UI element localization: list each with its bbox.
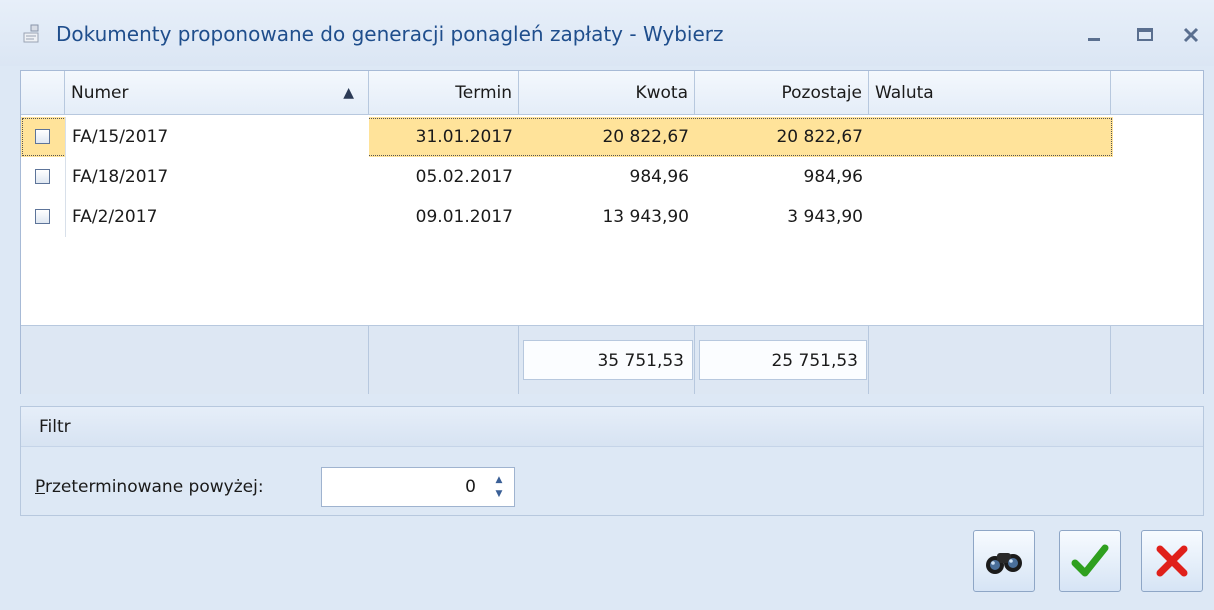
cell-waluta: [869, 197, 1111, 237]
row-checkbox[interactable]: [35, 129, 50, 144]
total-kwota: 35 751,53: [523, 340, 693, 380]
ok-button[interactable]: [1059, 530, 1121, 592]
minimize-icon[interactable]: [1082, 22, 1108, 48]
cross-icon: [1156, 545, 1188, 577]
row-checkbox[interactable]: [35, 169, 50, 184]
cell-kwota: 984,96: [629, 167, 689, 187]
footer-cell: [21, 326, 369, 394]
column-header-numer[interactable]: Numer ▲: [65, 71, 369, 115]
table-row[interactable]: FA/18/2017 05.02.2017 984,96 984,96: [21, 157, 1113, 197]
cell-waluta: [869, 117, 1111, 157]
table-row[interactable]: FA/2/2017 09.01.2017 13 943,90 3 943,90: [21, 197, 1113, 237]
cell-numer: FA/15/2017: [66, 117, 369, 157]
filter-title[interactable]: Filtr: [21, 407, 1203, 447]
footer-cell: [869, 326, 1111, 394]
cell-numer: FA/18/2017: [72, 167, 169, 187]
checkmark-icon: [1071, 544, 1109, 577]
cell-pozostaje: 3 943,90: [787, 207, 863, 227]
overdue-days-stepper[interactable]: 0 ▲ ▼: [321, 467, 515, 507]
cell-termin: 31.01.2017: [415, 127, 513, 147]
search-button[interactable]: [973, 530, 1035, 592]
checkbox-column-header[interactable]: [21, 71, 65, 115]
cell-termin: 05.02.2017: [415, 167, 513, 187]
column-header-pozostaje[interactable]: Pozostaje: [695, 71, 869, 115]
overdue-label: Przeterminowane powyżej:: [35, 477, 264, 497]
cell-pozostaje: 984,96: [803, 167, 863, 187]
spin-down-icon[interactable]: ▼: [492, 488, 506, 500]
column-header-waluta[interactable]: Waluta: [869, 71, 1111, 115]
row-checkbox[interactable]: [35, 209, 50, 224]
cell-termin: 09.01.2017: [415, 207, 513, 227]
spin-up-icon[interactable]: ▲: [492, 474, 506, 486]
column-header-termin[interactable]: Termin: [369, 71, 519, 115]
column-header-extra: [1111, 71, 1203, 115]
cell-numer: FA/2/2017: [72, 207, 158, 227]
total-pozostaje: 25 751,53: [699, 340, 867, 380]
totals-row: 35 751,53 25 751,53: [21, 325, 1203, 394]
table-row[interactable]: FA/15/2017 31.01.2017 20 822,67 20 822,6…: [21, 117, 1113, 157]
cancel-button[interactable]: [1141, 530, 1203, 592]
sort-ascending-icon: ▲: [343, 85, 354, 101]
overdue-days-value: 0: [465, 477, 476, 497]
cell-waluta: [869, 157, 1111, 197]
document-gear-icon: [23, 24, 39, 43]
cell-pozostaje: 20 822,67: [776, 127, 863, 147]
maximize-icon[interactable]: [1132, 22, 1158, 48]
filter-panel: Filtr Przeterminowane powyżej: 0 ▲ ▼: [20, 406, 1204, 516]
binoculars-icon: [986, 553, 1022, 574]
documents-grid: Numer ▲ Termin Kwota Pozostaje Waluta FA…: [20, 70, 1204, 394]
close-icon[interactable]: [1178, 22, 1204, 48]
title-bar: Dokumenty proponowane do generacji ponag…: [0, 0, 1214, 66]
window-title: Dokumenty proponowane do generacji ponag…: [56, 22, 724, 46]
column-header-kwota[interactable]: Kwota: [519, 71, 695, 115]
cell-kwota: 13 943,90: [602, 207, 689, 227]
column-header-numer-label: Numer: [71, 83, 129, 103]
cell-kwota: 20 822,67: [602, 127, 689, 147]
footer-cell: [369, 326, 519, 394]
